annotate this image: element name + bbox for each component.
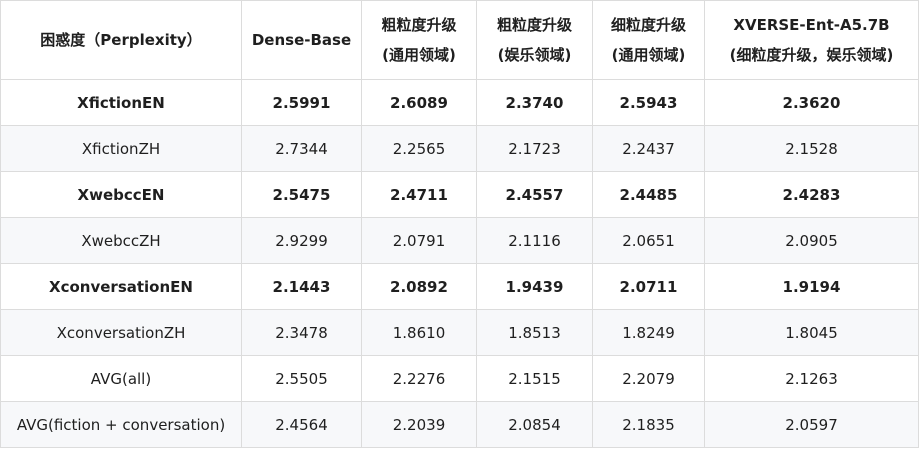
perplexity-table: 困惑度（Perplexity） Dense-Base 粗粒度升级 (通用领域) 粗… — [0, 0, 919, 448]
cell-fine-general: 2.0711 — [592, 263, 705, 310]
cell-coarse-general: 2.4711 — [361, 171, 477, 218]
cell-coarse-entertainment: 2.0854 — [476, 401, 593, 448]
cell-coarse-entertainment: 2.1723 — [476, 125, 593, 172]
cell-xverse-ent: 2.0597 — [704, 401, 919, 448]
cell-fine-general: 2.2437 — [592, 125, 705, 172]
header-xverse-ent: XVERSE-Ent-A5.7B (细粒度升级，娱乐领域) — [704, 0, 919, 80]
cell-xverse-ent: 1.8045 — [704, 309, 919, 356]
cell-coarse-entertainment: 2.1116 — [476, 217, 593, 264]
cell-xverse-ent: 2.0905 — [704, 217, 919, 264]
cell-fine-general: 2.1835 — [592, 401, 705, 448]
cell-coarse-entertainment: 2.1515 — [476, 355, 593, 402]
cell-dataset: AVG(all) — [0, 355, 242, 402]
cell-dense-base: 2.5475 — [241, 171, 362, 218]
cell-coarse-general: 1.8610 — [361, 309, 477, 356]
table-row: XwebccZH 2.9299 2.0791 2.1116 2.0651 2.0905 — [0, 217, 919, 264]
header-dense-base: Dense-Base — [241, 0, 362, 80]
header-fine-general: 细粒度升级 (通用领域) — [592, 0, 705, 80]
cell-dataset: XfictionZH — [0, 125, 242, 172]
cell-fine-general: 2.5943 — [592, 79, 705, 126]
cell-dataset: AVG(fiction + conversation) — [0, 401, 242, 448]
cell-xverse-ent: 2.1528 — [704, 125, 919, 172]
table-header: 困惑度（Perplexity） Dense-Base 粗粒度升级 (通用领域) 粗… — [0, 0, 919, 80]
cell-coarse-general: 2.0791 — [361, 217, 477, 264]
header-coarse-general: 粗粒度升级 (通用领域) — [361, 0, 477, 80]
cell-dense-base: 2.7344 — [241, 125, 362, 172]
cell-dataset: XwebccZH — [0, 217, 242, 264]
table-row: XfictionZH 2.7344 2.2565 2.1723 2.2437 2.1528 — [0, 125, 919, 172]
cell-dataset: XconversationZH — [0, 309, 242, 356]
cell-xverse-ent: 2.1263 — [704, 355, 919, 402]
cell-coarse-general: 2.0892 — [361, 263, 477, 310]
cell-coarse-general: 2.2565 — [361, 125, 477, 172]
cell-dense-base: 2.9299 — [241, 217, 362, 264]
table-row: AVG(fiction + conversation) 2.4564 2.2039 2… — [0, 401, 919, 448]
cell-dense-base: 2.5505 — [241, 355, 362, 402]
cell-xverse-ent: 2.3620 — [704, 79, 919, 126]
cell-dense-base: 2.1443 — [241, 263, 362, 310]
cell-coarse-entertainment: 2.4557 — [476, 171, 593, 218]
cell-fine-general: 1.8249 — [592, 309, 705, 356]
table-row: XwebccEN 2.5475 2.4711 2.4557 2.4485 2.4283 — [0, 171, 919, 218]
cell-coarse-entertainment: 1.8513 — [476, 309, 593, 356]
cell-coarse-general: 2.2039 — [361, 401, 477, 448]
header-row: 困惑度（Perplexity） Dense-Base 粗粒度升级 (通用领域) 粗… — [0, 0, 919, 80]
cell-coarse-entertainment: 2.3740 — [476, 79, 593, 126]
cell-dataset: XconversationEN — [0, 263, 242, 310]
cell-fine-general: 2.4485 — [592, 171, 705, 218]
cell-xverse-ent: 1.9194 — [704, 263, 919, 310]
header-coarse-entertainment: 粗粒度升级 (娱乐领域) — [476, 0, 593, 80]
cell-fine-general: 2.2079 — [592, 355, 705, 402]
table-row: XfictionEN 2.5991 2.6089 2.3740 2.5943 2.3620 — [0, 79, 919, 126]
table-body: XfictionEN 2.5991 2.6089 2.3740 2.5943 2.3620… — [0, 79, 919, 448]
cell-dense-base: 2.3478 — [241, 309, 362, 356]
cell-coarse-entertainment: 1.9439 — [476, 263, 593, 310]
header-metric: 困惑度（Perplexity） — [0, 0, 242, 80]
table-row: AVG(all) 2.5505 2.2276 2.1515 2.2079 2.1263 — [0, 355, 919, 402]
cell-coarse-general: 2.6089 — [361, 79, 477, 126]
cell-dataset: XwebccEN — [0, 171, 242, 218]
cell-fine-general: 2.0651 — [592, 217, 705, 264]
cell-xverse-ent: 2.4283 — [704, 171, 919, 218]
cell-dense-base: 2.4564 — [241, 401, 362, 448]
table-row: XconversationZH 2.3478 1.8610 1.8513 1.8249 1… — [0, 309, 919, 356]
cell-coarse-general: 2.2276 — [361, 355, 477, 402]
cell-dense-base: 2.5991 — [241, 79, 362, 126]
cell-dataset: XfictionEN — [0, 79, 242, 126]
table-row: XconversationEN 2.1443 2.0892 1.9439 2.0711 1… — [0, 263, 919, 310]
